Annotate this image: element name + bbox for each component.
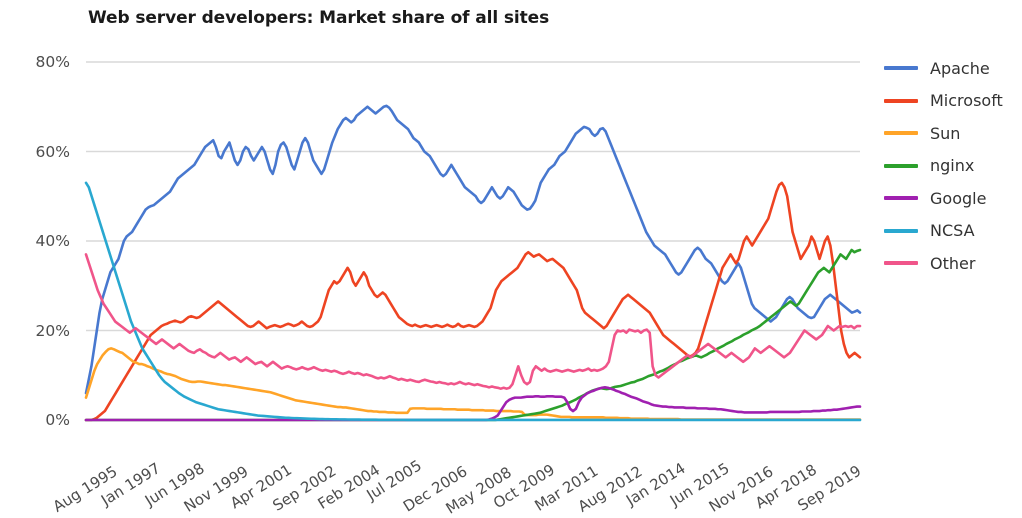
legend-label: Google (930, 188, 987, 208)
legend-label: Microsoft (930, 91, 1003, 111)
y-tick-label: 40% (35, 232, 70, 250)
chart-title: Web server developers: Market share of a… (88, 8, 550, 28)
chart-figure: Web server developers: Market share of a… (0, 0, 1022, 518)
y-tick-label: 80% (35, 53, 70, 71)
legend-item-sun[interactable]: Sun (884, 117, 1022, 150)
legend-item-nginx[interactable]: nginx (884, 150, 1022, 183)
legend-swatch-google (884, 196, 918, 201)
y-axis-tick-labels: 0% 20% 40% 60% 80% (8, 53, 70, 429)
legend-swatch-microsoft (884, 98, 918, 103)
legend-item-other[interactable]: Other (884, 247, 1022, 280)
legend-item-apache[interactable]: Apache (884, 52, 1022, 85)
legend-label: Apache (930, 58, 990, 78)
legend-swatch-other (884, 261, 918, 266)
legend-swatch-nginx (884, 163, 918, 168)
legend-item-ncsa[interactable]: NCSA (884, 215, 1022, 248)
legend-item-microsoft[interactable]: Microsoft (884, 85, 1022, 118)
legend-swatch-ncsa (884, 228, 918, 233)
legend-label: Other (930, 253, 976, 273)
series-lines (84, 104, 862, 422)
chart-legend: Apache Microsoft Sun nginx Google NCSA Other (884, 52, 1022, 280)
legend-swatch-sun (884, 131, 918, 136)
legend-label: NCSA (930, 221, 975, 241)
legend-label: Sun (930, 123, 961, 143)
x-axis-tick-labels: Aug 1995 Jan 1997 Jun 1998 Nov 1999 Apr 2001… (50, 424, 876, 517)
legend-swatch-apache (884, 66, 918, 71)
y-tick-label: 0% (45, 411, 70, 429)
plot-svg (84, 61, 862, 422)
plot-area (84, 61, 862, 422)
y-tick-label: 20% (35, 321, 70, 340)
legend-label: nginx (930, 156, 975, 176)
legend-item-google[interactable]: Google (884, 182, 1022, 215)
y-tick-label: 60% (35, 142, 70, 161)
